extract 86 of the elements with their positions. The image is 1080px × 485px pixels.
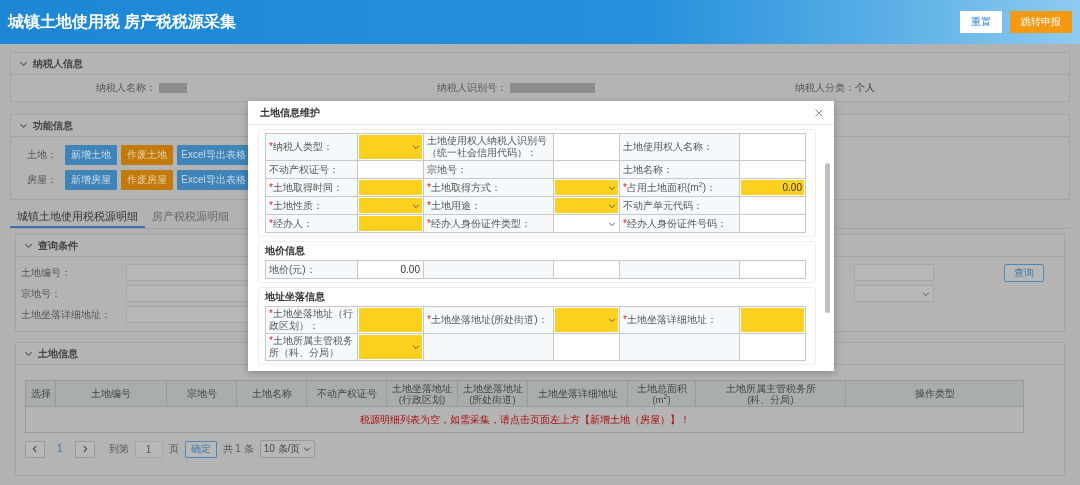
input-field[interactable] xyxy=(126,306,251,323)
field-label: *土地所属主管税务所（科、分局） xyxy=(265,333,358,361)
field-label: 土地坐落详细地址： xyxy=(21,308,112,321)
section-title: 地址坐落信息 xyxy=(265,291,326,304)
column-header: 土地编号 xyxy=(55,380,167,407)
export-button[interactable]: Excel导出表格 xyxy=(177,170,250,190)
column-header: 土地坐落地址 (所处街道) xyxy=(457,380,528,407)
confirm-button[interactable]: 确定 xyxy=(184,440,217,458)
page-input[interactable]: 1 xyxy=(134,440,163,458)
chevron-icon[interactable] xyxy=(19,121,28,130)
input-field[interactable]: 0.00 xyxy=(357,260,424,279)
chevron-down-icon xyxy=(922,289,930,298)
panel-title: 查询条件 xyxy=(38,239,78,252)
chevron-down-icon xyxy=(412,343,420,351)
field-label: 纳税人分类： xyxy=(795,82,855,94)
dropdown[interactable] xyxy=(854,285,934,302)
panel-title: 纳税人信息 xyxy=(33,57,83,70)
input-field[interactable] xyxy=(553,260,620,279)
section-title: 地价信息 xyxy=(265,245,306,258)
dialog-title: 土地信息维护 xyxy=(260,106,320,119)
input-field[interactable] xyxy=(357,306,424,334)
export-button[interactable]: Excel导出表格 xyxy=(177,145,250,165)
search-button[interactable]: 查询 xyxy=(1004,263,1044,282)
next-page-button[interactable] xyxy=(74,440,95,458)
void-button[interactable]: 作废房屋 xyxy=(121,170,173,190)
reset-button[interactable]: 重置 xyxy=(960,11,1002,33)
empty-message: 税源明细列表为空，如需采集，请点击页面左上方【新增土地（房屋）】！ xyxy=(25,406,1024,433)
previous-page-button[interactable] xyxy=(25,440,45,458)
page-number[interactable]: 1 xyxy=(51,443,69,455)
column-header: 操作类型 xyxy=(845,380,1024,407)
input-field[interactable] xyxy=(739,260,806,279)
page-unit-label: 页 xyxy=(168,443,179,455)
column-header: 土地坐落地址 (行政区划) xyxy=(386,380,458,407)
chevron-icon[interactable] xyxy=(24,349,33,358)
column-header: 不动产权证号 xyxy=(306,380,387,407)
add-button[interactable]: 新增房屋 xyxy=(65,170,117,190)
column-header: 土地坐落详细地址 xyxy=(527,380,628,407)
page-size-dropdown[interactable]: 10 条/页 xyxy=(259,440,316,458)
field-label: *纳税人类型： xyxy=(265,133,358,161)
dropdown[interactable] xyxy=(357,333,424,361)
field-label: 土地编号： xyxy=(21,266,72,279)
total-count: 共 1 条 xyxy=(222,443,254,455)
row-label: 房屋： xyxy=(26,174,57,186)
column-header: 选择 xyxy=(25,380,56,407)
input-field[interactable] xyxy=(126,264,251,281)
dropdown[interactable] xyxy=(553,306,620,334)
tab[interactable]: 城镇土地使用税税源明细 xyxy=(10,206,145,228)
dropdown[interactable] xyxy=(357,133,424,161)
input-field[interactable] xyxy=(739,306,806,334)
field-value: 个人 xyxy=(855,82,875,94)
input-field[interactable] xyxy=(126,285,251,302)
field-label: 宗地号： xyxy=(21,287,62,300)
close-icon[interactable] xyxy=(814,107,824,118)
field-label: *土地坐落地址（行政区划）： xyxy=(265,306,358,334)
panel-title: 土地信息 xyxy=(38,347,78,360)
input-field[interactable] xyxy=(739,333,806,361)
row-label: 土地： xyxy=(26,149,57,161)
chevron-icon[interactable] xyxy=(24,241,33,250)
field-label: 土地使用权人名称： xyxy=(619,133,740,161)
field-label: *土地坐落详细地址： xyxy=(619,306,740,334)
field-label: 纳税人名称： xyxy=(96,82,156,94)
chevron-icon[interactable] xyxy=(19,59,28,68)
goto-label: 到第 xyxy=(108,443,129,455)
input-field[interactable] xyxy=(553,133,620,161)
chevron-down-icon xyxy=(412,201,420,210)
input-field[interactable] xyxy=(739,133,806,161)
submit-button[interactable]: 跳转申报 xyxy=(1010,11,1072,33)
column-header: 土地总面积(m$^{2}$) xyxy=(627,380,696,407)
field-label: 地价(元)： xyxy=(265,260,358,279)
tab[interactable]: 房产税税源明细 xyxy=(145,206,236,228)
chevron-left-icon xyxy=(31,445,39,453)
column-header: 土地所属主管税务所 (科、分局) xyxy=(695,380,846,407)
field-label: 纳税人识别号： xyxy=(437,82,507,94)
field-label: *土地坐落地址(所处街道)： xyxy=(423,306,554,334)
column-header: 土地名称 xyxy=(236,380,307,407)
column-header: 宗地号 xyxy=(166,380,237,407)
scrollbar[interactable] xyxy=(825,163,830,313)
field-label: 土地使用权人纳税人识别号（统一社会信用代码）： xyxy=(423,133,554,161)
chevron-down-icon xyxy=(412,143,420,151)
add-button[interactable]: 新增土地 xyxy=(65,145,117,165)
input-field[interactable] xyxy=(553,333,620,361)
chevron-right-icon xyxy=(80,445,89,453)
chevron-down-icon xyxy=(608,316,616,324)
chevron-down-icon xyxy=(303,445,312,453)
panel-title: 功能信息 xyxy=(33,119,73,132)
void-button[interactable]: 作废土地 xyxy=(121,145,173,165)
